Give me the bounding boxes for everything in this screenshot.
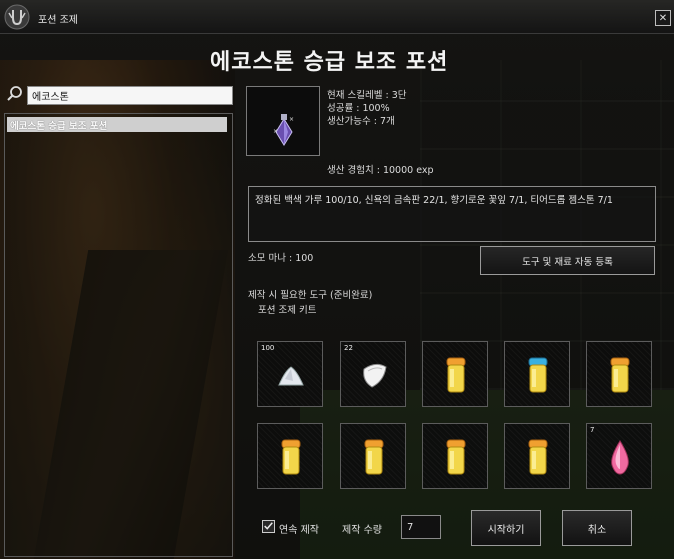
continuous-craft-checkbox[interactable] [262,520,275,533]
potion-bottle-orange-icon [281,439,301,475]
list-item[interactable]: 에코스톤 승급 보조 포션 [7,117,227,132]
production-exp-text: 생산 경험치 : 10000 exp [327,165,434,176]
search-input[interactable] [27,86,233,105]
ingredients-box: 정화된 백색 가루 100/10, 신욕의 금속판 22/1, 향기로운 꽃잎 … [248,186,656,242]
potion-bottle-blue-icon [528,357,548,393]
quantity-label: 제작 수량 [342,525,382,536]
recipe-list: 에코스톤 승급 보조 포션 [4,113,233,557]
craftable-count-text: 생산가능수 : 7개 [327,116,395,127]
slot-quantity: 100 [261,344,275,352]
item-preview: × × [246,86,320,156]
required-tools-title: 제작 시 필요한 도구 (준비완료) [248,290,373,301]
material-slot-3[interactable] [422,341,488,407]
svg-text:×: × [273,128,278,135]
slot-quantity: 22 [344,344,353,352]
potion-bottle-orange-icon [528,439,548,475]
page-title: 에코스톤 승급 보조 포션 [210,50,449,75]
skill-level-text: 현재 스킬레벨 : 3단 [327,90,407,101]
required-tool-item: 포션 조제 키트 [258,305,317,316]
slot-quantity: 7 [590,426,595,434]
close-button[interactable]: ✕ [655,10,671,26]
potion-bottle-orange-icon [446,357,466,393]
material-slot-1[interactable]: 100 [257,341,323,407]
metal-plate-icon [363,363,387,388]
material-slot-6[interactable] [257,423,323,489]
auto-register-button[interactable]: 도구 및 재료 자동 등록 [480,246,655,275]
cancel-button[interactable]: 취소 [562,510,632,546]
teardrop-gem-icon [611,440,629,475]
potion-crystal-icon: × × [273,114,294,146]
material-slot-8[interactable] [422,423,488,489]
quantity-input[interactable] [401,515,441,539]
material-slot-4[interactable] [504,341,570,407]
potion-bottle-orange-icon [364,439,384,475]
mana-cost-text: 소모 마나 : 100 [248,253,314,264]
potion-bottle-orange-icon [610,357,630,393]
checkmark-icon [264,522,273,530]
continuous-craft-label: 연속 제작 [279,525,319,536]
white-powder-icon [278,366,304,386]
potion-craft-app-icon [4,4,30,30]
title-bar: 포션 조제 ✕ [0,0,674,34]
material-slot-2[interactable]: 22 [340,341,406,407]
close-icon: ✕ [658,12,668,24]
potion-bottle-orange-icon [446,439,466,475]
material-slot-9[interactable] [504,423,570,489]
start-button[interactable]: 시작하기 [471,510,541,546]
material-slot-5[interactable] [586,341,652,407]
svg-text:×: × [289,116,294,123]
success-rate-text: 성공률 : 100% [327,103,390,114]
material-slot-7[interactable] [340,423,406,489]
search-icon[interactable] [6,85,24,103]
window-title: 포션 조제 [38,15,78,26]
material-slot-10[interactable]: 7 [586,423,652,489]
